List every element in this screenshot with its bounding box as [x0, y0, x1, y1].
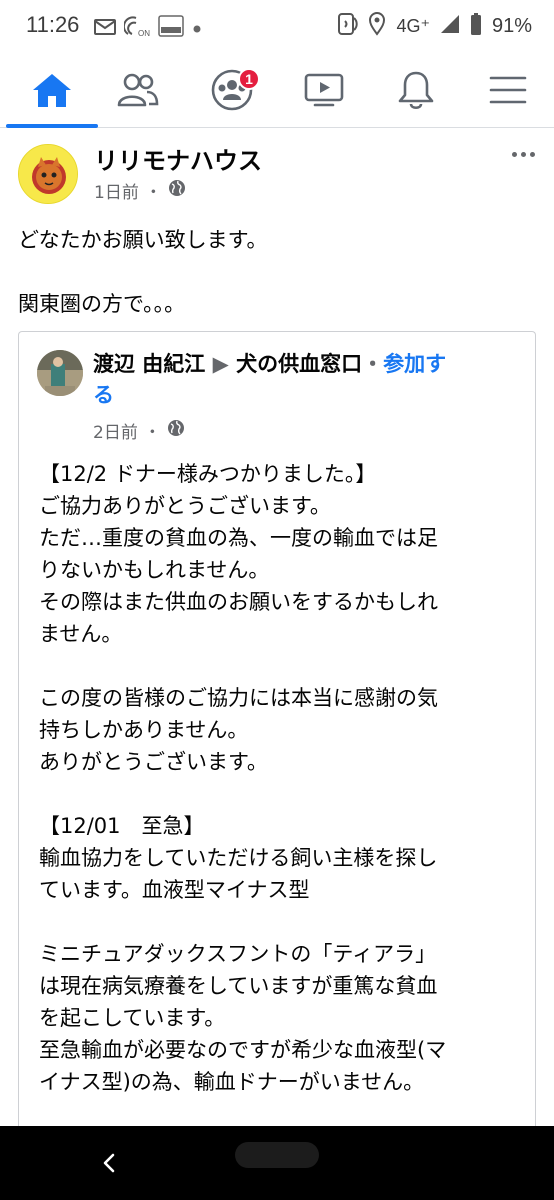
body-line: ありがとうございます。 — [39, 750, 268, 774]
status-bar: 11:26 ON 4G⁺ 91% — [0, 0, 554, 56]
body-line: イナス型)の為、輸血ドナーがいません。 — [39, 1070, 425, 1094]
svg-text:ON: ON — [138, 29, 150, 38]
bell-icon — [397, 69, 435, 115]
battery-icon — [470, 13, 482, 40]
post-text: どなたかお願い致します。 関東圏の方で。。。 — [18, 224, 538, 320]
body-line: 【12/01 至急】 — [39, 814, 205, 838]
arrow-icon: ▶ — [212, 352, 229, 376]
body-line — [39, 778, 529, 810]
body-line: 至急輸血が必要なのですが希少な血液型(マ — [39, 1038, 447, 1062]
more-options-button[interactable] — [508, 142, 538, 166]
body-line: は現在病気療養をしていますが重篤な貧血 — [39, 974, 438, 998]
home-pill-icon[interactable] — [235, 1142, 319, 1168]
body-line — [39, 906, 529, 938]
active-tab-indicator — [6, 124, 98, 128]
mail-icon — [94, 16, 116, 40]
network-type: 4G⁺ — [396, 16, 430, 36]
meta-separator: ・ — [144, 183, 162, 203]
tab-friends[interactable] — [92, 56, 184, 128]
nfc-icon — [336, 12, 359, 41]
body-line: ただ…重度の貧血の為、一度の輸血では足 — [39, 526, 438, 550]
shared-post-body: 【12/2 ドナー様みつかりました。】 ご協力ありがとうございます。 ただ…重度… — [39, 458, 529, 1098]
connect-omron-icon — [158, 15, 184, 41]
status-time: 11:26 — [26, 12, 80, 37]
body-line — [39, 650, 529, 682]
group-name[interactable]: 犬の供血窓口 — [236, 352, 362, 376]
body-line: ミニチュアダックスフントの「ティアラ」 — [39, 942, 437, 966]
location-icon — [368, 12, 386, 41]
hamburger-icon — [488, 74, 528, 110]
body-line: ています。血液型マイナス型 — [39, 878, 310, 902]
groups-badge: 1 — [238, 68, 260, 90]
body-line: 持ちしかありません。 — [39, 718, 249, 742]
join-link-part-1: 参加す — [383, 352, 447, 376]
tab-groups[interactable]: 1 — [186, 56, 278, 128]
meta-separator: ・ — [143, 423, 161, 443]
body-line: りないかもしれません。 — [39, 558, 270, 582]
dot-icon — [192, 19, 202, 38]
back-chevron-icon[interactable] — [98, 1152, 120, 1178]
battery-percent: 91% — [491, 15, 532, 37]
header-separator: ・ — [362, 352, 384, 376]
user-avatar[interactable] — [37, 350, 83, 396]
shared-post-card[interactable]: 渡辺 由紀江 ▶ 犬の供血窓口・参加する 2日前 ・ 【12/2 ドナー様みつか… — [18, 331, 536, 1161]
body-line: 【12/2 ドナー様みつかりました。】 — [39, 462, 377, 486]
page-name[interactable]: リリモナハウス — [94, 141, 262, 176]
friends-icon — [116, 72, 160, 112]
video-icon — [303, 72, 345, 112]
shared-post-meta: 2日前 ・ — [93, 418, 185, 443]
body-line: この度の皆様のご協力には本当に感謝の気 — [39, 686, 438, 710]
dot-icon — [520, 151, 526, 157]
post-text-line: 関東圏の方で。。。 — [18, 292, 186, 316]
signal-icon — [440, 14, 460, 39]
globe-icon — [167, 419, 185, 442]
body-line: その際はまた供血のお願いをするかもしれ — [39, 590, 438, 614]
post-meta: 1日前 ・ — [94, 178, 186, 203]
top-nav-bar: 1 — [0, 56, 554, 128]
body-line: を起こしています。 — [39, 1006, 226, 1030]
body-line: ご協力ありがとうございます。 — [39, 494, 331, 518]
body-line: ません。 — [39, 622, 123, 646]
status-left-icons: ON — [94, 14, 202, 42]
tab-menu[interactable] — [462, 56, 554, 128]
dot-icon — [511, 151, 517, 157]
tab-watch[interactable] — [278, 56, 370, 128]
tab-home[interactable] — [6, 56, 98, 128]
post-header: リリモナハウス 1日前 ・ — [18, 138, 538, 208]
tab-notifications[interactable] — [370, 56, 462, 128]
home-icon — [31, 71, 73, 113]
shared-post-time[interactable]: 2日前 — [93, 418, 138, 443]
page-avatar[interactable] — [18, 144, 78, 204]
post-text-line — [18, 256, 538, 288]
status-right: 4G⁺ 91% — [336, 12, 532, 41]
post-text-line: どなたかお願い致します。 — [18, 228, 268, 252]
author-name[interactable]: 渡辺 由紀江 — [93, 352, 205, 376]
body-line: 輸血協力をしていただける飼い主様を探し — [39, 846, 438, 870]
dot-icon — [529, 151, 535, 157]
globe-icon — [168, 179, 186, 202]
post-time[interactable]: 1日前 — [94, 178, 139, 203]
shared-post-header: 渡辺 由紀江 ▶ 犬の供血窓口・参加する — [93, 349, 523, 411]
join-link-part-2: る — [93, 383, 114, 407]
data-saver-icon: ON — [122, 14, 150, 42]
